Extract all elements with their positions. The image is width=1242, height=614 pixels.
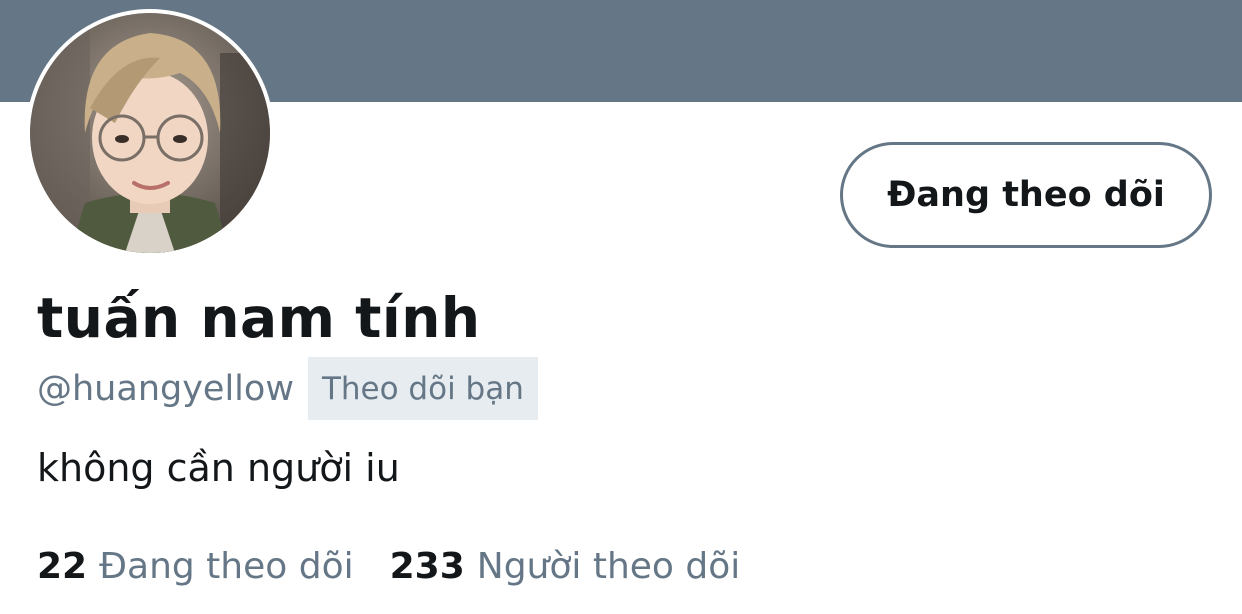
followers-stat-link[interactable]: 233 Người theo dõi bbox=[390, 546, 741, 587]
followers-count: 233 bbox=[389, 546, 465, 587]
following-button[interactable]: Đang theo dõi bbox=[840, 142, 1212, 248]
handle-row: @huangyellow Theo dõi bạn bbox=[37, 357, 538, 420]
profile-bio: không cần người iu bbox=[37, 446, 400, 490]
following-stat-link[interactable]: 22 Đang theo dõi bbox=[37, 546, 354, 587]
username-handle: @huangyellow bbox=[37, 368, 294, 409]
avatar-photo bbox=[30, 13, 270, 253]
following-count: 22 bbox=[37, 546, 88, 587]
follows-you-badge: Theo dõi bạn bbox=[307, 357, 538, 420]
followers-label: Người theo dõi bbox=[476, 546, 741, 587]
follow-stats: 22 Đang theo dõi 233 Người theo dõi bbox=[37, 546, 740, 587]
following-label: Đang theo dõi bbox=[99, 546, 354, 587]
display-name: tuấn nam tính bbox=[37, 286, 481, 350]
profile-avatar[interactable] bbox=[26, 9, 274, 257]
